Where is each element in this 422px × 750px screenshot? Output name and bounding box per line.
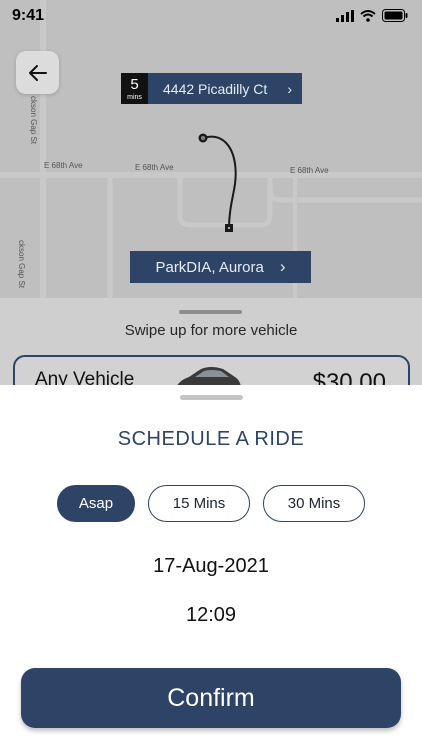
street-label: ckson Gap St: [29, 96, 38, 145]
eta-value: 5: [130, 75, 139, 93]
time-options: Asap 15 Mins 30 Mins: [0, 485, 422, 522]
map-view[interactable]: ckson Gap St E 68th Ave E 68th Ave E 68t…: [0, 0, 422, 385]
car-icon: [177, 367, 241, 385]
status-time: 9:41: [12, 7, 45, 24]
arrow-left-icon: [28, 64, 47, 81]
wifi-icon: [360, 9, 376, 22]
street-label: E 68th Ave: [44, 161, 83, 170]
drag-handle[interactable]: [180, 395, 243, 400]
drag-handle[interactable]: [179, 310, 242, 314]
battery-icon: [382, 9, 408, 22]
sheet-title: SCHEDULE A RIDE: [117, 428, 305, 450]
vehicle-drawer-peek[interactable]: Swipe up for more vehicle Any Vehicle $3…: [0, 298, 422, 385]
schedule-time[interactable]: 12:09: [0, 604, 422, 627]
dropoff-address: ParkDIA, Aurora: [155, 258, 264, 276]
chevron-right-icon: ›: [279, 257, 286, 276]
back-button[interactable]: [16, 51, 59, 94]
pickup-address: 4442 Picadilly Ct: [163, 80, 268, 97]
option-30-mins[interactable]: 30 Mins: [263, 485, 365, 522]
street-label: E 68th Ave: [135, 163, 174, 172]
vehicle-price: $30.00: [312, 369, 386, 385]
chevron-right-icon: ›: [287, 80, 292, 97]
status-icons: [336, 9, 408, 22]
schedule-sheet: SCHEDULE A RIDE Asap 15 Mins 30 Mins 17-…: [0, 385, 422, 750]
vehicle-card[interactable]: Any Vehicle $30.00: [13, 355, 410, 385]
dropoff-location-tag[interactable]: ParkDIA, Aurora ›: [130, 251, 311, 283]
vehicle-name: Any Vehicle: [35, 369, 135, 385]
eta-badge: 5 mins: [121, 73, 148, 104]
cellular-signal-icon: [336, 9, 354, 22]
pickup-location-tag[interactable]: 5 mins 4442 Picadilly Ct ›: [121, 73, 302, 104]
street-label: ckson Gap St: [17, 240, 26, 289]
street-label: E 68th Ave: [290, 166, 329, 175]
option-asap[interactable]: Asap: [57, 485, 135, 522]
swipe-hint: Swipe up for more vehicle: [124, 322, 298, 339]
schedule-date[interactable]: 17-Aug-2021: [0, 555, 422, 578]
confirm-button[interactable]: Confirm: [21, 668, 401, 728]
option-15-mins[interactable]: 15 Mins: [148, 485, 250, 522]
status-bar: 9:41: [0, 0, 422, 34]
eta-unit: mins: [127, 93, 142, 101]
